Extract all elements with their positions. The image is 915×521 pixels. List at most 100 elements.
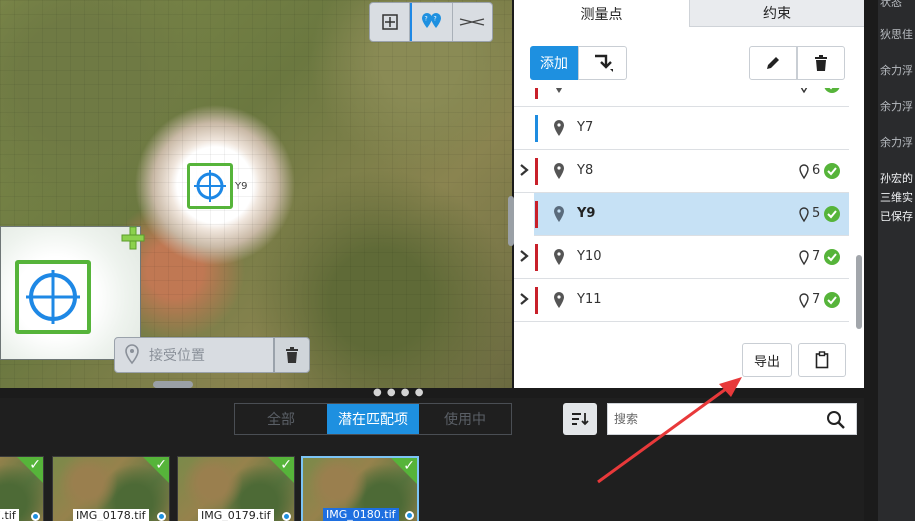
export-button[interactable]: 导出 <box>742 343 792 377</box>
move-handle-icon[interactable] <box>120 225 146 251</box>
log-line: 已保存 <box>880 210 913 223</box>
crosshair-icon <box>26 270 80 324</box>
target-marker[interactable] <box>187 163 233 209</box>
pin-icon <box>554 292 564 308</box>
point-name: Y8 <box>577 163 594 178</box>
log-line: 余力浮 <box>880 64 913 77</box>
import-points-button[interactable] <box>578 46 627 80</box>
status-dot <box>31 512 40 521</box>
fit-view-button[interactable] <box>370 3 411 41</box>
image-filter: 全部 潜在匹配项 使用中 <box>234 403 512 435</box>
svg-text:?: ? <box>433 16 436 23</box>
show-rays-button[interactable] <box>453 3 492 41</box>
app-window: { "tabs": [ {"label": "测量点"}, {"label": … <box>0 0 915 521</box>
log-line: 孙宏的 <box>880 172 913 185</box>
rays-icon <box>460 18 485 26</box>
image-filmstrip: 全部 潜在匹配项 使用中 ✓ 7.tif <box>0 398 864 521</box>
check-icon: ✓ <box>155 457 167 473</box>
list-item[interactable]: Y6 7 <box>514 88 849 107</box>
trash-icon <box>815 55 827 71</box>
thumbnail-label: IMG_0180.tif <box>323 508 399 521</box>
point-name: Y7 <box>577 120 594 135</box>
points-panel: 测量点 约束 添加 Y7 Y8 6 Y9 5 Y10 7 Y11 7 导出 <box>514 0 864 388</box>
point-name: Y11 <box>577 292 602 307</box>
clipboard-button[interactable] <box>798 343 846 377</box>
image-viewer[interactable]: ? ? Y9 接受位置 <box>0 0 512 388</box>
delete-point-button[interactable] <box>797 46 845 80</box>
accept-position-button[interactable]: 接受位置 <box>114 337 274 373</box>
trash-icon <box>286 347 298 363</box>
filter-potential-matches[interactable]: 潜在匹配项 <box>327 404 419 434</box>
image-thumbnail[interactable]: ✓ IMG_0179.tif <box>177 456 295 521</box>
observation-count: 5 <box>812 206 821 221</box>
import-arrow-icon <box>594 54 613 72</box>
loupe-target-marker <box>15 260 91 334</box>
search-icon[interactable] <box>826 410 846 430</box>
point-marker-bar <box>535 115 538 142</box>
list-scrollbar[interactable] <box>856 255 862 329</box>
status-dot <box>282 512 291 521</box>
panel-tabs: 测量点 约束 <box>514 0 864 27</box>
image-thumbnail[interactable]: ✓ 7.tif <box>0 456 44 521</box>
status-dot <box>405 511 414 520</box>
vertical-split-handle[interactable] <box>508 196 514 246</box>
observation-count-icon <box>799 250 809 266</box>
image-thumbnail[interactable]: ✓ IMG_0178.tif <box>52 456 170 521</box>
point-name: Y9 <box>577 206 596 221</box>
pin-icon <box>554 206 564 222</box>
remove-mark-button[interactable] <box>274 337 310 373</box>
filter-all[interactable]: 全部 <box>235 404 327 434</box>
check-icon: ✓ <box>403 458 415 474</box>
chevron-right-icon[interactable] <box>517 248 531 264</box>
log-line: 状态 <box>880 0 902 9</box>
point-marker-bar <box>535 158 538 185</box>
add-point-button[interactable]: 添加 <box>530 46 578 80</box>
splitter-grip[interactable]: ● ● ● ● <box>373 388 424 398</box>
tab-measurement-points[interactable]: 测量点 <box>514 0 689 27</box>
accept-position-label: 接受位置 <box>149 348 205 364</box>
pin-icon <box>554 120 564 136</box>
image-thumbnail-selected[interactable]: ✓ IMG_0180.tif <box>301 456 419 521</box>
clipboard-icon <box>815 351 829 369</box>
chevron-right-icon[interactable] <box>517 162 531 178</box>
observation-count: 7 <box>812 88 820 92</box>
search-input[interactable] <box>614 412 814 426</box>
edit-point-button[interactable] <box>749 46 797 80</box>
list-item[interactable]: Y10 7 <box>514 236 849 279</box>
chevron-right-icon[interactable] <box>517 291 531 307</box>
activity-log: 状态 狄思佳 余力浮 余力浮 余力浮 孙宏的 三维实 已保存 <box>878 0 915 521</box>
observation-count: 7 <box>812 249 821 264</box>
horizontal-scroll-handle[interactable] <box>153 381 193 388</box>
observation-count-icon <box>799 293 809 309</box>
check-icon: ✓ <box>29 457 41 473</box>
log-line: 狄思佳 <box>880 28 913 41</box>
check-circle-icon <box>824 88 840 93</box>
point-name: Y6 <box>577 88 593 92</box>
sort-button[interactable] <box>563 403 597 435</box>
point-list[interactable]: Y6 7 Y7 Y8 6 <box>514 88 854 328</box>
observation-count: 6 <box>812 163 821 178</box>
image-search <box>607 403 857 435</box>
point-marker-bar <box>535 287 538 314</box>
point-marker-bar <box>535 88 538 99</box>
list-item-selected[interactable]: Y9 5 <box>534 193 849 236</box>
target-label: Y9 <box>235 181 248 192</box>
list-item[interactable]: Y11 7 <box>514 279 849 322</box>
log-line: 三维实 <box>880 191 913 204</box>
check-circle-icon <box>824 206 840 222</box>
check-circle-icon <box>824 292 840 308</box>
point-markers-icon: ? ? <box>421 13 441 28</box>
observation-count: 7 <box>812 292 821 307</box>
list-item[interactable]: Y8 6 <box>514 150 849 193</box>
log-line: 余力浮 <box>880 136 913 149</box>
point-marker-bar <box>535 201 538 228</box>
show-points-button[interactable]: ? ? <box>410 3 453 41</box>
pin-icon <box>554 163 564 179</box>
list-item[interactable]: Y7 <box>514 107 849 150</box>
check-icon: ✓ <box>280 457 292 473</box>
filter-in-use[interactable]: 使用中 <box>419 404 511 434</box>
observation-count-icon <box>800 88 808 94</box>
point-name: Y10 <box>577 249 602 264</box>
viewer-toolbar: ? ? <box>369 2 493 42</box>
tab-constraints[interactable]: 约束 <box>689 0 864 27</box>
